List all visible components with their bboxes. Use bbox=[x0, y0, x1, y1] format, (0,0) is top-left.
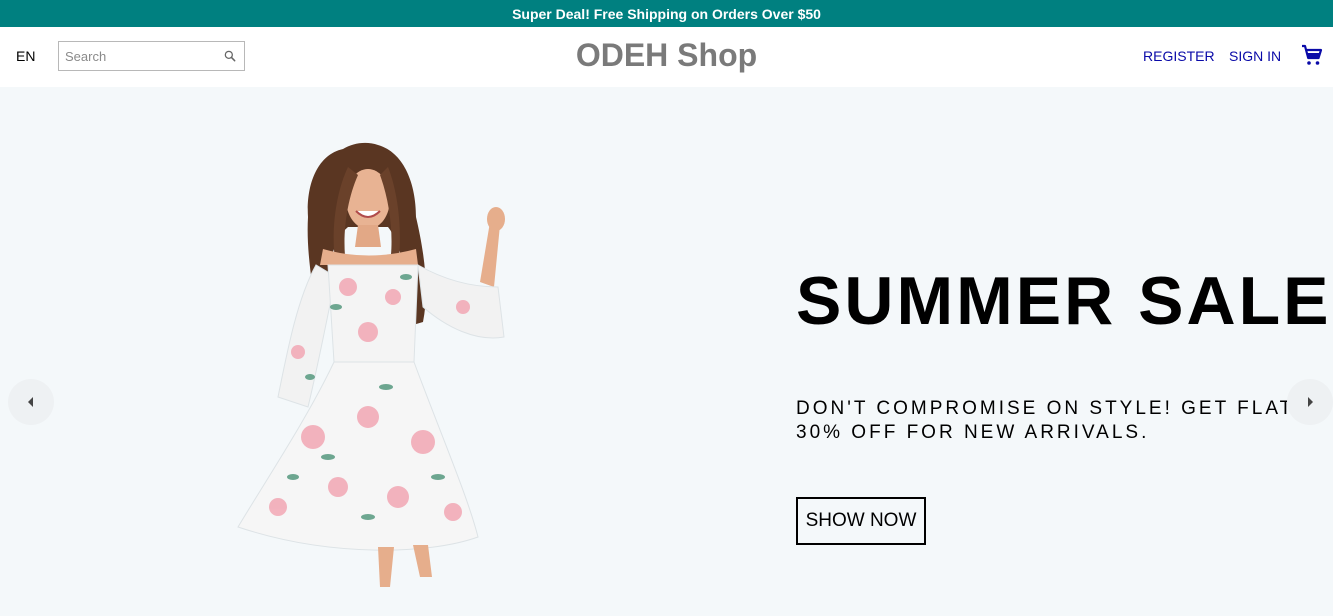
hero-description: DON'T COMPROMISE ON STYLE! GET FLAT 30% … bbox=[796, 398, 1294, 443]
slider-prev-button[interactable] bbox=[8, 379, 54, 425]
language-selector[interactable]: EN bbox=[16, 48, 35, 64]
shopping-cart-icon[interactable] bbox=[1300, 43, 1324, 67]
site-logo[interactable]: ODEH Shop bbox=[576, 37, 757, 73]
hero-content: SUMMER SALE DON'T COMPROMISE ON STYLE! G… bbox=[796, 265, 1331, 545]
navbar: EN ODEH Shop REGISTER SIGN IN bbox=[0, 27, 1333, 87]
announcement-text: Super Deal! Free Shipping on Orders Over… bbox=[512, 5, 821, 22]
hero-title: SUMMER SALE bbox=[796, 263, 1332, 339]
arrow-left-icon bbox=[28, 397, 33, 407]
search-box[interactable] bbox=[58, 41, 245, 71]
search-input[interactable] bbox=[65, 43, 215, 69]
search-icon[interactable] bbox=[223, 49, 237, 63]
hero-slider: SUMMER SALE DON'T COMPROMISE ON STYLE! G… bbox=[0, 87, 1333, 616]
register-link[interactable]: REGISTER bbox=[1143, 48, 1215, 64]
announcement-bar: Super Deal! Free Shipping on Orders Over… bbox=[0, 0, 1333, 27]
hero-model-image bbox=[237, 142, 505, 587]
arrow-right-icon bbox=[1308, 397, 1313, 407]
show-now-button[interactable]: SHOW NOW bbox=[796, 497, 926, 545]
sign-in-link[interactable]: SIGN IN bbox=[1229, 48, 1281, 64]
slider-next-button[interactable] bbox=[1287, 379, 1333, 425]
